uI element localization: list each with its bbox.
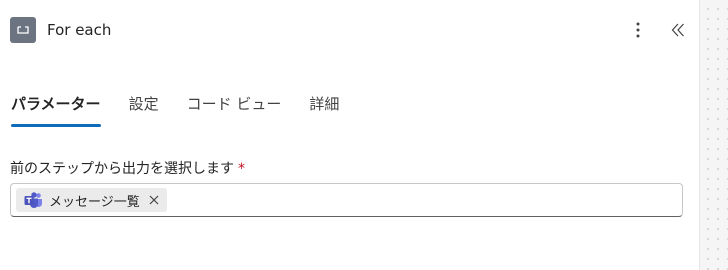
token-label: メッセージ一覧 [49, 194, 140, 210]
header-tools [626, 18, 690, 42]
field-label-text: 前のステップから出力を選択します [10, 161, 234, 177]
action-details-panel: For each パラメーター 設定 コード ビュー 詳細 前のステップから出力… [0, 0, 699, 270]
tab-details[interactable]: 詳細 [309, 90, 339, 120]
remove-token-button[interactable] [148, 194, 160, 206]
tab-settings[interactable]: 設定 [129, 90, 159, 120]
more-vertical-icon [636, 22, 640, 38]
tab-code-view[interactable]: コード ビュー [187, 90, 282, 120]
field-label: 前のステップから出力を選択します * [10, 158, 245, 178]
tab-parameters[interactable]: パラメーター [11, 90, 101, 127]
output-select-input[interactable]: メッセージ一覧 [10, 183, 683, 217]
dynamic-content-token[interactable]: メッセージ一覧 [16, 188, 167, 212]
loop-icon [10, 17, 36, 43]
action-title[interactable]: For each [47, 21, 111, 39]
collapse-panel-button[interactable] [666, 18, 690, 42]
more-options-button[interactable] [626, 18, 650, 42]
required-mark: * [238, 161, 245, 177]
teams-icon [24, 191, 43, 209]
close-icon [149, 195, 159, 205]
canvas-edge [699, 0, 728, 270]
panel-header: For each [10, 16, 690, 44]
tab-list: パラメーター 設定 コード ビュー 詳細 [11, 90, 367, 130]
double-chevron-left-icon [671, 23, 684, 37]
